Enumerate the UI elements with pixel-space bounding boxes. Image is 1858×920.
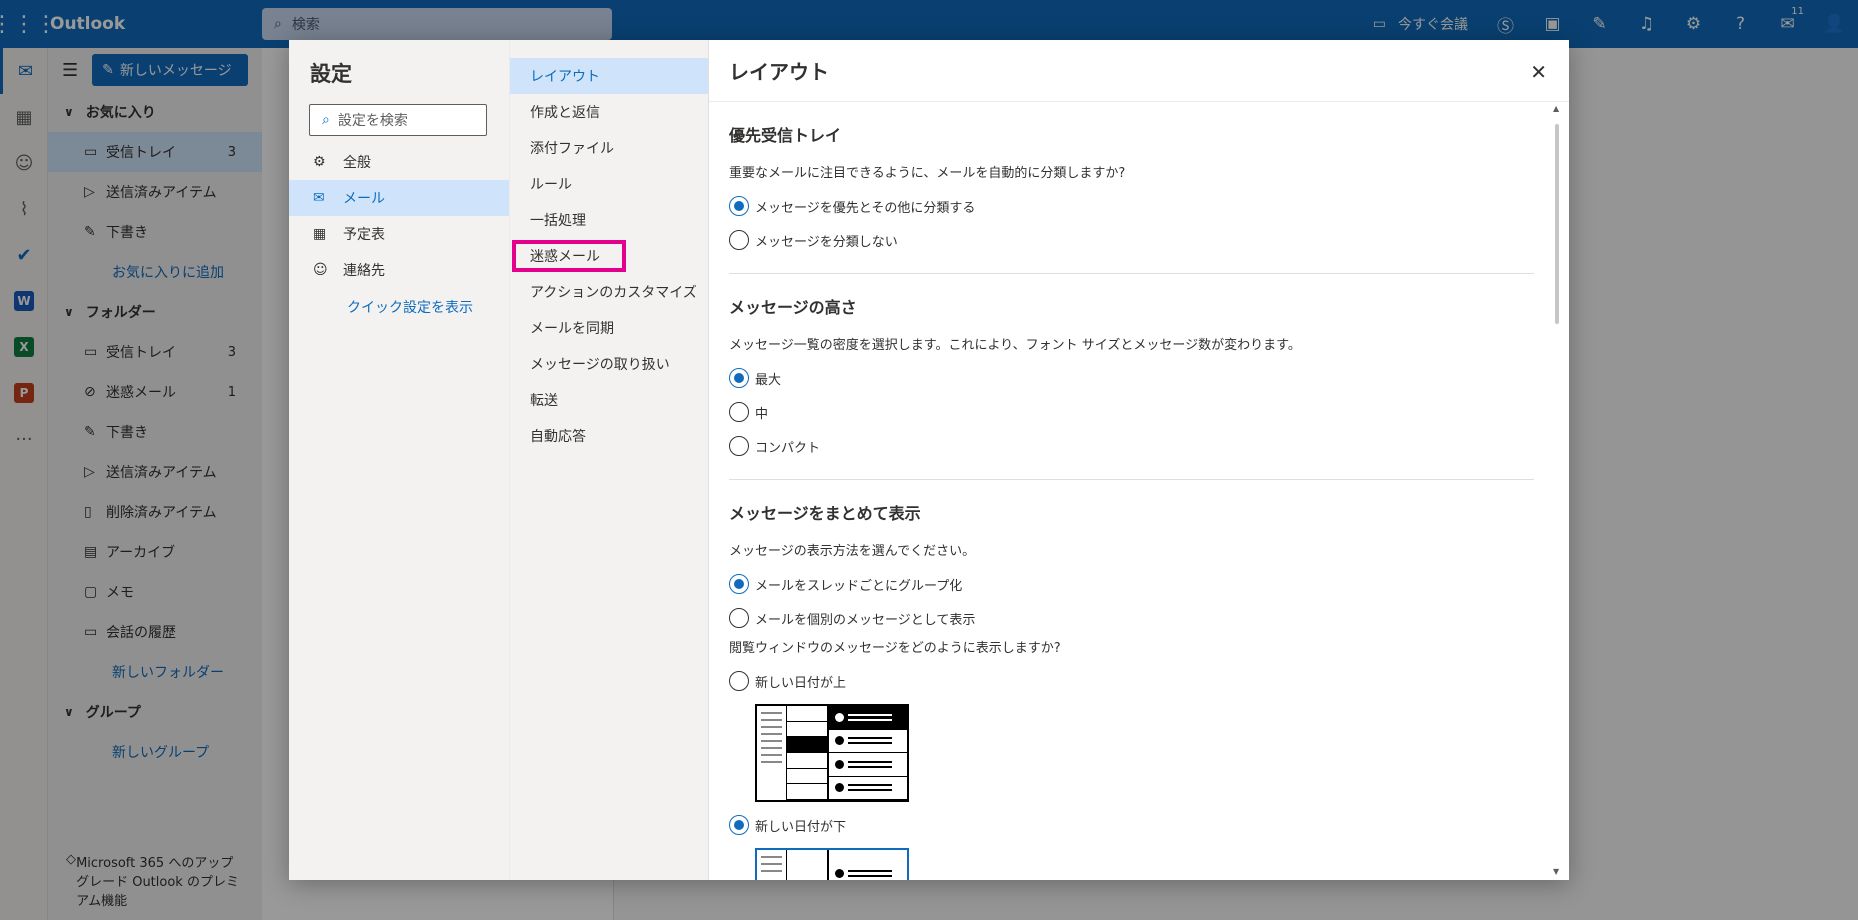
conversation-desc: メッセージの表示方法を選んでください。: [729, 544, 976, 559]
sub-sync-email[interactable]: メールを同期: [510, 310, 708, 346]
radio-label: メールをスレッドごとにグループ化: [755, 578, 963, 594]
scrollbar-thumb[interactable]: [1555, 124, 1559, 324]
settings-search-placeholder: 設定を検索: [337, 113, 408, 129]
radio-height-compact[interactable]: コンパクト: [729, 429, 1549, 463]
radio-label: 新しい日付が上: [755, 675, 847, 691]
radio-label: 最大: [755, 372, 782, 388]
radio-indicator: [729, 815, 749, 835]
close-icon[interactable]: ✕: [1530, 60, 1547, 84]
pane-title: レイアウト: [729, 60, 829, 84]
category-contacts-label: 連絡先: [343, 263, 385, 279]
settings-dialog: 設定 ⌕ 設定を検索 ⚙ 全般 ✉ メール ▦ 予定表 ☺ 連絡先 クイック設定を表示 レ…: [289, 40, 1569, 880]
calendar-icon: ▦: [313, 226, 327, 242]
sub-message-handling[interactable]: メッセージの取り扱い: [510, 346, 708, 382]
settings-title: 設定: [310, 62, 352, 86]
gear-icon: ⚙: [313, 154, 326, 170]
radio-newest-top[interactable]: 新しい日付が上: [729, 664, 1549, 698]
radio-conversation-on[interactable]: メールをスレッドごとにグループ化: [729, 567, 1549, 601]
category-general[interactable]: ⚙ 全般: [289, 144, 509, 180]
category-mail-label: メール: [343, 191, 385, 207]
radio-label: 新しい日付が下: [755, 819, 847, 835]
radio-focused-on[interactable]: メッセージを優先とその他に分類する: [729, 189, 1549, 223]
sub-rules[interactable]: ルール: [510, 166, 708, 202]
category-calendar-label: 予定表: [343, 227, 385, 243]
sub-customize-actions[interactable]: アクションのカスタマイズ: [510, 274, 708, 310]
sub-compose[interactable]: 作成と返信: [510, 94, 708, 130]
quick-settings-link[interactable]: クイック設定を表示: [289, 288, 509, 326]
radio-indicator: [729, 368, 749, 388]
category-list: ⚙ 全般 ✉ メール ▦ 予定表 ☺ 連絡先 クイック設定を表示: [289, 144, 509, 326]
sub-layout[interactable]: レイアウト: [510, 58, 708, 94]
pane-body[interactable]: 優先受信トレイ 重要なメールに注目できるように、メールを自動的に分類しますか? …: [729, 102, 1549, 880]
settings-pane: レイアウト ✕ 優先受信トレイ 重要なメールに注目できるように、メールを自動的に…: [709, 40, 1569, 880]
divider: [729, 479, 1534, 480]
radio-indicator: [729, 196, 749, 216]
radio-indicator: [729, 402, 749, 422]
radio-label: メッセージを優先とその他に分類する: [755, 200, 976, 216]
scroll-down-icon[interactable]: ▼: [1553, 867, 1559, 876]
sub-attachments[interactable]: 添付ファイル: [510, 130, 708, 166]
category-calendar[interactable]: ▦ 予定表: [289, 216, 509, 252]
pane-header: レイアウト ✕: [709, 40, 1569, 102]
sub-forwarding[interactable]: 転送: [510, 382, 708, 418]
pane-scrollbar[interactable]: ▲ ▼: [1553, 104, 1561, 876]
settings-categories: 設定 ⌕ 設定を検索 ⚙ 全般 ✉ メール ▦ 予定表 ☺ 連絡先 クイック設定を表示: [289, 40, 509, 880]
sub-junk-email[interactable]: 迷惑メール: [512, 240, 626, 272]
category-general-label: 全般: [343, 155, 371, 171]
radio-indicator: [729, 608, 749, 628]
category-contacts[interactable]: ☺ 連絡先: [289, 252, 509, 288]
radio-label: メッセージを分類しない: [755, 234, 898, 250]
radio-indicator: [729, 436, 749, 456]
focused-inbox-heading: 優先受信トレイ: [729, 126, 842, 145]
search-icon: ⌕: [322, 112, 330, 128]
radio-height-max[interactable]: 最大: [729, 361, 1549, 395]
radio-indicator: [729, 671, 749, 691]
height-desc: メッセージ一覧の密度を選択します。これにより、フォント サイズとメッセージ数が変…: [729, 338, 1301, 353]
radio-label: メールを個別のメッセージとして表示: [755, 612, 976, 628]
radio-height-medium[interactable]: 中: [729, 395, 1549, 429]
settings-subcategories: レイアウト 作成と返信 添付ファイル ルール 一括処理 迷惑メール アクションの…: [509, 40, 709, 880]
conversation-heading: メッセージをまとめて表示: [729, 504, 921, 523]
newest-top-preview[interactable]: [755, 704, 909, 802]
height-heading: メッセージの高さ: [729, 298, 857, 317]
scroll-up-icon[interactable]: ▲: [1553, 104, 1559, 113]
mail-icon: ✉: [313, 190, 325, 206]
category-mail[interactable]: ✉ メール: [289, 180, 509, 216]
radio-newest-bottom[interactable]: 新しい日付が下: [729, 808, 1549, 842]
sub-sweep[interactable]: 一括処理: [510, 202, 708, 238]
newest-bottom-preview[interactable]: [755, 848, 909, 880]
people-icon: ☺: [313, 262, 328, 278]
radio-conversation-off[interactable]: メールを個別のメッセージとして表示: [729, 601, 1549, 635]
divider: [729, 273, 1534, 274]
focused-inbox-desc: 重要なメールに注目できるように、メールを自動的に分類しますか?: [729, 166, 1126, 181]
radio-label: 中: [755, 406, 769, 422]
radio-indicator: [729, 574, 749, 594]
radio-focused-off[interactable]: メッセージを分類しない: [729, 223, 1549, 257]
settings-search-input[interactable]: ⌕ 設定を検索: [309, 104, 487, 136]
radio-label: コンパクト: [755, 440, 821, 456]
sub-automatic-replies[interactable]: 自動応答: [510, 418, 708, 454]
radio-indicator: [729, 230, 749, 250]
order-question: 閲覧ウィンドウのメッセージをどのように表示しますか?: [729, 641, 1061, 656]
